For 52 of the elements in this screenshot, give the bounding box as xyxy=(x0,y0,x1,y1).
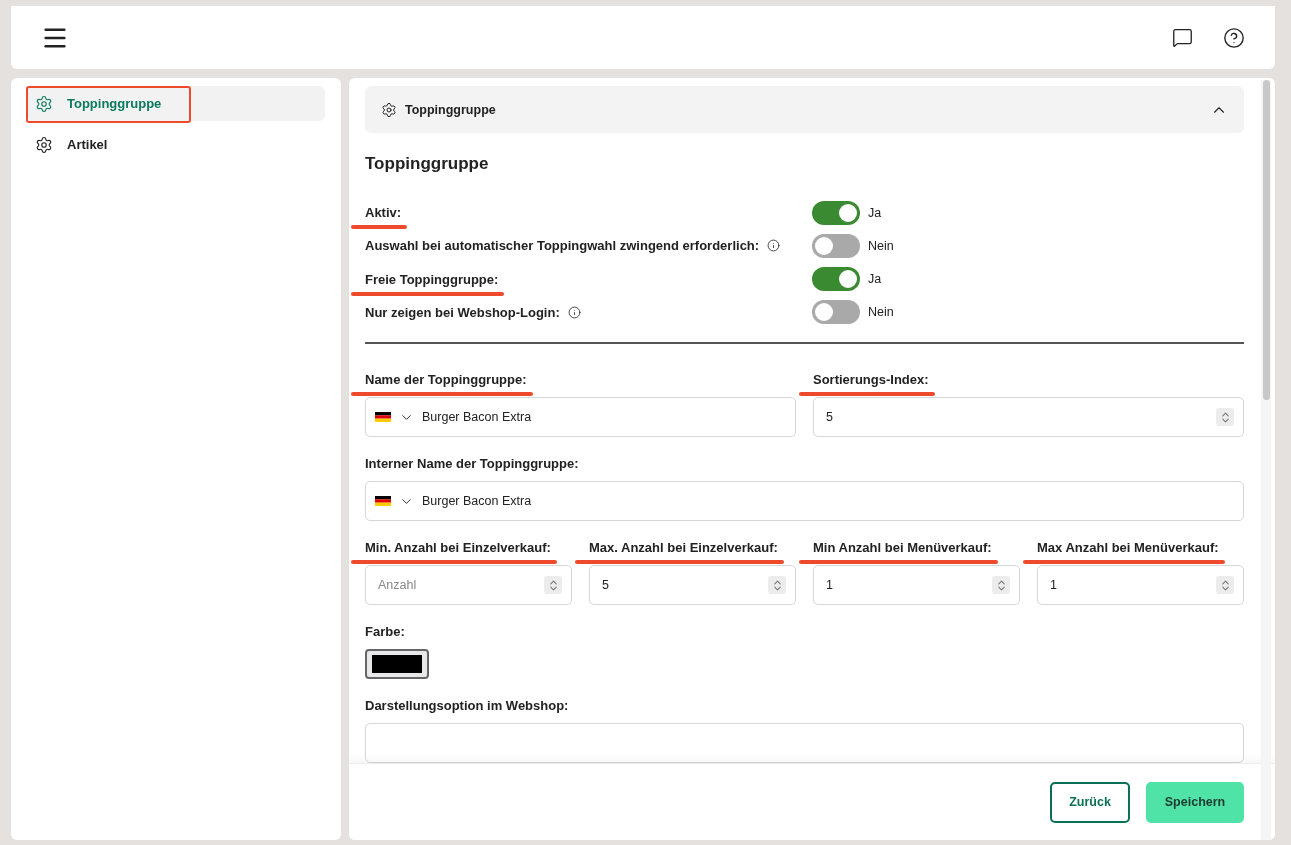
gear-icon xyxy=(35,135,53,154)
toggle-switch[interactable] xyxy=(812,233,860,258)
toggle-switch[interactable] xyxy=(812,200,860,225)
accordion-title: Toppinggruppe xyxy=(405,102,497,117)
toggle-label: Auswahl bei automatischer Toppingwahl zwingend erforderlich: xyxy=(365,238,760,254)
toggle-label: Nur zeigen bei Webshop-Login: xyxy=(365,304,560,320)
number-field[interactable]: 1 xyxy=(813,565,1020,605)
field-label: Max. Anzahl bei Einzelverkauf: xyxy=(589,540,778,555)
save-button[interactable]: Speichern xyxy=(1146,781,1244,823)
field-label: Interner Name der Toppinggruppe: xyxy=(365,456,579,471)
field-label: Farbe: xyxy=(365,624,405,639)
number-field[interactable]: 5 xyxy=(589,565,796,605)
section-heading: Toppinggruppe xyxy=(365,154,490,174)
stepper-icon[interactable] xyxy=(768,576,786,594)
sidebar-item[interactable]: Artikel xyxy=(27,127,325,162)
toggle-switch[interactable] xyxy=(812,300,860,325)
toggle-state: Ja xyxy=(868,272,882,287)
stepper-icon[interactable] xyxy=(544,576,562,594)
info-icon[interactable] xyxy=(567,305,581,319)
flag-icon xyxy=(375,412,391,422)
toggle-state: Ja xyxy=(868,205,882,220)
help-icon[interactable] xyxy=(1223,26,1245,49)
stepper-icon[interactable] xyxy=(992,576,1010,594)
field-label: Min Anzahl bei Menüverkauf: xyxy=(813,540,992,555)
info-icon[interactable] xyxy=(767,239,781,253)
gear-icon xyxy=(381,101,397,118)
field-label: Name der Toppinggruppe: xyxy=(365,372,527,387)
sidebar-item[interactable]: Toppinggruppe xyxy=(27,86,325,121)
field-label: Sortierungs-Index: xyxy=(813,372,929,387)
number-field[interactable]: 1 xyxy=(1037,565,1244,605)
flag-icon xyxy=(375,496,391,506)
number-field[interactable]: 5 xyxy=(813,397,1244,437)
back-button[interactable]: Zurück xyxy=(1050,781,1130,823)
accordion-header[interactable]: Toppinggruppe xyxy=(365,86,1244,133)
feedback-icon[interactable] xyxy=(1172,27,1193,48)
toggle-state: Nein xyxy=(868,238,894,253)
field-label: Max Anzahl bei Menüverkauf: xyxy=(1037,540,1219,555)
field-label: Darstellungsoption im Webshop: xyxy=(365,698,569,713)
scrollbar[interactable] xyxy=(1261,80,1271,840)
color-picker[interactable] xyxy=(365,649,429,679)
field-label: Min. Anzahl bei Einzelverkauf: xyxy=(365,540,551,555)
text-field[interactable]: Burger Bacon Extra xyxy=(365,481,1244,521)
toggle-switch[interactable] xyxy=(812,267,860,292)
select-field[interactable] xyxy=(365,723,1244,763)
toggle-label: Aktiv: xyxy=(365,205,402,221)
gear-icon xyxy=(35,94,53,113)
number-field[interactable]: Anzahl xyxy=(365,565,572,605)
stepper-icon[interactable] xyxy=(1216,576,1234,594)
stepper-icon[interactable] xyxy=(1216,408,1234,426)
toggle-label: Freie Toppinggruppe: xyxy=(365,271,499,287)
toggle-state: Nein xyxy=(868,305,894,320)
text-field[interactable]: Burger Bacon Extra xyxy=(365,397,796,437)
